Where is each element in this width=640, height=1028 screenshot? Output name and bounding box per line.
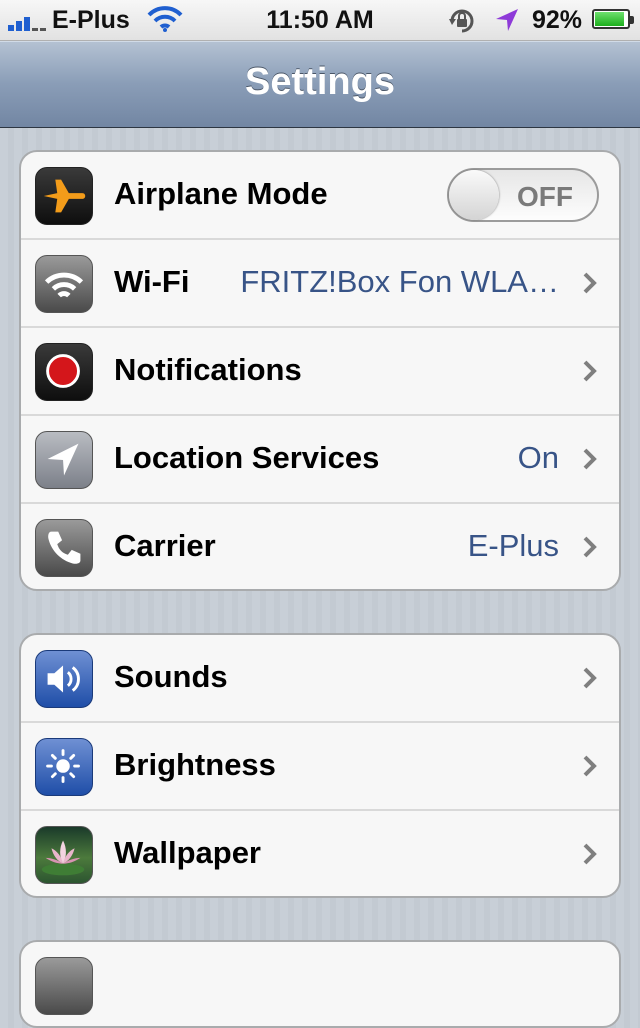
row-wifi[interactable]: Wi-Fi FRITZ!Box Fon WLA…: [21, 240, 619, 328]
battery-icon: [592, 9, 634, 29]
location-icon: [35, 431, 93, 489]
wifi-icon: [35, 255, 93, 313]
rotation-lock-icon: [449, 9, 474, 33]
row-airplane-mode[interactable]: Airplane Mode OFF: [21, 152, 619, 240]
row-location-services[interactable]: Location Services On: [21, 416, 619, 504]
settings-group-display: Sounds Brightness Wallpaper: [19, 633, 621, 898]
chevron-right-icon: [583, 536, 597, 558]
row-label: Sounds: [114, 659, 228, 694]
location-services-value: On: [517, 440, 559, 475]
row-brightness[interactable]: Brightness: [21, 723, 619, 811]
phone-icon: [35, 519, 93, 577]
row-partial[interactable]: [21, 942, 619, 1026]
row-label: Brightness: [114, 747, 276, 782]
chevron-right-icon: [583, 448, 597, 470]
chevron-right-icon: [583, 755, 597, 777]
chevron-right-icon: [583, 667, 597, 689]
row-carrier[interactable]: Carrier E-Plus: [21, 504, 619, 589]
airplane-icon: [35, 167, 93, 225]
row-label: Notifications: [114, 352, 302, 387]
row-label: Carrier: [114, 528, 216, 563]
row-label: Wi-Fi: [114, 264, 190, 299]
row-label: Location Services: [114, 440, 380, 475]
page-title: Settings: [245, 61, 395, 103]
status-bar: E-Plus 11:50 AM 92%: [0, 0, 640, 41]
settings-group-connectivity: Airplane Mode OFF Wi-Fi FRITZ!Box Fon WL…: [19, 150, 621, 591]
toggle-state-label: OFF: [517, 181, 573, 212]
speaker-icon: [35, 650, 93, 708]
notifications-icon: [35, 343, 93, 401]
wifi-network-value: FRITZ!Box Fon WLA…: [240, 264, 559, 299]
row-wallpaper[interactable]: Wallpaper: [21, 811, 619, 896]
battery-percent: 92%: [532, 6, 583, 34]
row-label: Wallpaper: [114, 835, 261, 870]
wallpaper-icon: [35, 826, 93, 884]
row-label: Airplane Mode: [114, 176, 328, 211]
carrier-value: E-Plus: [467, 528, 559, 563]
navigation-bar: Settings: [0, 41, 640, 128]
row-notifications[interactable]: Notifications: [21, 328, 619, 416]
airplane-mode-toggle[interactable]: OFF: [447, 168, 599, 222]
toggle-knob[interactable]: [449, 170, 499, 220]
general-icon: [35, 957, 93, 1015]
location-arrow-icon: [496, 9, 518, 31]
row-sounds[interactable]: Sounds: [21, 635, 619, 723]
chevron-right-icon: [583, 360, 597, 382]
chevron-right-icon: [583, 272, 597, 294]
brightness-icon: [35, 738, 93, 796]
settings-group-more: [19, 940, 621, 1028]
chevron-right-icon: [583, 843, 597, 865]
